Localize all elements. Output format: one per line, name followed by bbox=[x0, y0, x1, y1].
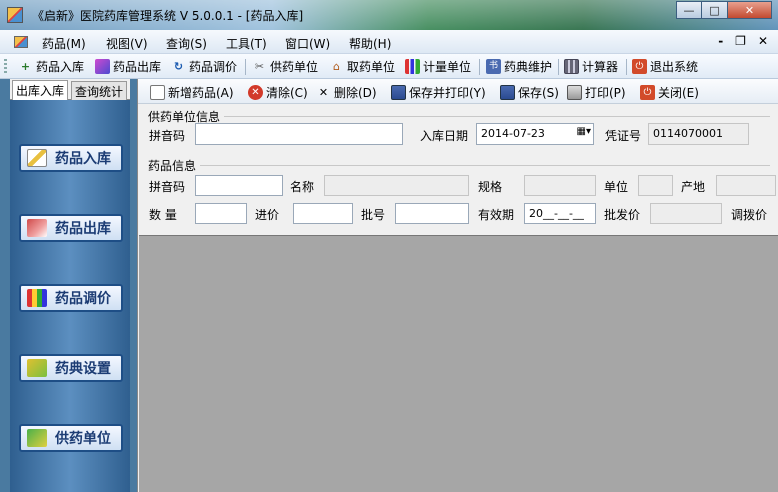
add-in-icon: + bbox=[20, 60, 31, 73]
drug-group-title: 药品信息 bbox=[148, 159, 197, 173]
exit-icon: ⏻ bbox=[632, 59, 647, 74]
expiry-input[interactable]: 20__-__-__ bbox=[524, 203, 596, 224]
spec-field bbox=[524, 175, 596, 196]
drug-name-field bbox=[324, 175, 469, 196]
power-icon: ⏻ bbox=[640, 85, 655, 100]
batch-label: 批号 bbox=[361, 208, 386, 222]
left-tabs: 出库入库 查询统计 bbox=[10, 79, 130, 100]
unit-label: 单位 bbox=[604, 180, 629, 194]
menu-bar: 药品(M) 视图(V) 查询(S) 工具(T) 窗口(W) 帮助(H) - ❐ … bbox=[0, 30, 778, 54]
batch-input[interactable] bbox=[395, 203, 469, 224]
price-input[interactable] bbox=[293, 203, 353, 224]
drug-pinyin-label: 拼音码 bbox=[149, 180, 186, 194]
main-toolbar: + 药品入库 药品出库 ↻ 药品调价 ✂ 供药单位 ⌂ 取药单位 计量单位 书 … bbox=[0, 54, 778, 79]
drug-pinyin-input[interactable] bbox=[195, 175, 283, 196]
close-button[interactable]: ✕ bbox=[728, 1, 772, 19]
note-edit-icon bbox=[27, 149, 47, 167]
nav-drug-in-button[interactable]: 药品入库 bbox=[19, 144, 123, 172]
toolbar-grip[interactable] bbox=[4, 59, 7, 75]
in-date-picker[interactable]: 2014-07-23 ▦▾ bbox=[476, 123, 594, 145]
nav-supplier-button[interactable]: 供药单位 bbox=[19, 424, 123, 452]
nav-drug-out-button[interactable]: 药品出库 bbox=[19, 214, 123, 242]
tb-exit-button[interactable]: ⏻ 退出系统 bbox=[632, 58, 698, 75]
maximize-button[interactable]: □ bbox=[702, 1, 728, 19]
left-nav-panel: 出库入库 查询统计 药品入库 药品出库 药品调价 药典设置 供药单位 bbox=[10, 79, 130, 492]
tab-in-out[interactable]: 出库入库 bbox=[12, 80, 69, 100]
save-icon bbox=[500, 85, 515, 100]
book-icon: 书 bbox=[486, 59, 501, 74]
chart-icon bbox=[27, 289, 47, 307]
menu-tools[interactable]: 工具(T) bbox=[226, 35, 267, 52]
nav-pharmacopeia-button[interactable]: 药典设置 bbox=[19, 354, 123, 382]
delete-icon: ✕ bbox=[318, 86, 329, 99]
drug-list-grid[interactable] bbox=[139, 235, 778, 492]
menu-help[interactable]: 帮助(H) bbox=[349, 35, 391, 52]
calculator-icon bbox=[564, 59, 579, 74]
refresh-icon: ↻ bbox=[173, 60, 184, 73]
menu-drug[interactable]: 药品(M) bbox=[42, 35, 86, 52]
menu-view[interactable]: 视图(V) bbox=[106, 35, 148, 52]
supplier-pinyin-input[interactable] bbox=[195, 123, 403, 145]
bar-chart-icon bbox=[405, 59, 420, 74]
clear-icon: ✕ bbox=[248, 85, 263, 100]
delete-button[interactable]: ✕ 删除(D) bbox=[316, 84, 377, 101]
tb-unit-button[interactable]: 计量单位 bbox=[405, 58, 471, 75]
tb-calculator-button[interactable]: 计算器 bbox=[564, 58, 618, 75]
mail-out-icon bbox=[95, 59, 110, 74]
app-icon bbox=[7, 7, 23, 23]
tb-drug-in-button[interactable]: + 药品入库 bbox=[18, 58, 84, 75]
menu-query[interactable]: 查询(S) bbox=[166, 35, 207, 52]
new-doc-icon bbox=[150, 85, 165, 100]
unit-field bbox=[638, 175, 673, 196]
books-icon bbox=[27, 359, 47, 377]
printer-icon bbox=[567, 85, 582, 100]
expiry-label: 有效期 bbox=[478, 208, 515, 222]
transfer-label: 调拨价 bbox=[731, 208, 768, 222]
wholesale-label: 批发价 bbox=[604, 208, 641, 222]
origin-field bbox=[716, 175, 776, 196]
tb-drug-out-button[interactable]: 药品出库 bbox=[95, 58, 161, 75]
quantity-input[interactable] bbox=[195, 203, 247, 224]
mdi-restore-button[interactable]: ❐ bbox=[735, 34, 746, 48]
mdi-minimize-button[interactable]: - bbox=[718, 34, 723, 48]
save-button[interactable]: 保存(S) bbox=[500, 84, 559, 101]
form-toolbar: 新增药品(A) ✕ 清除(C) ✕ 删除(D) 保存并打印(Y) 保存(S) 打… bbox=[138, 79, 778, 104]
spec-label: 规格 bbox=[478, 180, 503, 194]
wholesale-field bbox=[650, 203, 722, 224]
nav-price-adjust-button[interactable]: 药品调价 bbox=[19, 284, 123, 312]
in-date-label: 入库日期 bbox=[420, 129, 469, 143]
print-button[interactable]: 打印(P) bbox=[567, 84, 626, 101]
voucher-field: 0114070001 bbox=[648, 123, 749, 145]
title-bar: 《启新》医院药库管理系统 V 5.0.0.1 - [药品入库] — □ ✕ bbox=[0, 0, 778, 30]
window-title: 《启新》医院药库管理系统 V 5.0.0.1 - [药品入库] bbox=[32, 9, 304, 23]
origin-label: 产地 bbox=[681, 180, 706, 194]
save-print-icon bbox=[391, 85, 406, 100]
tb-receiver-button[interactable]: ⌂ 取药单位 bbox=[329, 58, 395, 75]
mdi-close-button[interactable]: ✕ bbox=[758, 34, 768, 48]
drug-in-form: 新增药品(A) ✕ 清除(C) ✕ 删除(D) 保存并打印(Y) 保存(S) 打… bbox=[137, 79, 778, 492]
home-icon: ⌂ bbox=[333, 60, 340, 73]
clear-button[interactable]: ✕ 清除(C) bbox=[248, 84, 308, 101]
tb-supplier-button[interactable]: ✂ 供药单位 bbox=[252, 58, 318, 75]
pen-out-icon bbox=[27, 219, 47, 237]
calendar-dropdown-icon[interactable]: ▦▾ bbox=[577, 126, 591, 137]
supplier-pinyin-label: 拼音码 bbox=[149, 129, 186, 143]
voucher-label: 凭证号 bbox=[605, 129, 642, 143]
price-label: 进价 bbox=[255, 208, 280, 222]
save-print-button[interactable]: 保存并打印(Y) bbox=[391, 84, 486, 101]
close-form-button[interactable]: ⏻ 关闭(E) bbox=[640, 84, 699, 101]
minimize-button[interactable]: — bbox=[676, 1, 702, 19]
menu-window[interactable]: 窗口(W) bbox=[285, 35, 330, 52]
drug-name-label: 名称 bbox=[290, 180, 315, 194]
quantity-label: 数 量 bbox=[149, 208, 177, 222]
tab-query-stats[interactable]: 查询统计 bbox=[71, 81, 128, 100]
supplier-icon bbox=[27, 429, 47, 447]
tb-price-adjust-button[interactable]: ↻ 药品调价 bbox=[171, 58, 237, 75]
mdi-app-icon[interactable] bbox=[14, 36, 28, 48]
add-drug-button[interactable]: 新增药品(A) bbox=[150, 84, 234, 101]
tools-icon: ✂ bbox=[254, 60, 265, 73]
tb-pharmacopeia-button[interactable]: 书 药典维护 bbox=[486, 58, 552, 75]
